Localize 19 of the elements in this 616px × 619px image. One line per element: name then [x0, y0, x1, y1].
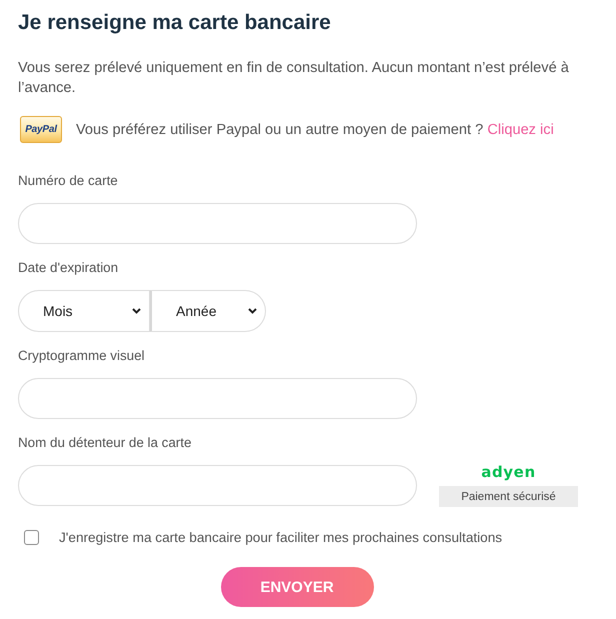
field-label: Numéro de carte — [18, 173, 118, 189]
brand-logo: adyen — [481, 465, 536, 480]
field-label: Nom du détenteur de la carte — [18, 435, 192, 451]
secure-payment-caption: Paiement sécurisé — [439, 486, 578, 507]
page-title: Je renseigne ma carte bancaire — [18, 10, 331, 36]
notice-text: Vous serez prélevé uniquement en fin de consultation. Aucun montant n’est prélevé à l’avance. — [18, 59, 570, 98]
dropdown-select[interactable]: Année — [150, 290, 266, 332]
save-card-label: J'enregistre ma carte bancaire pour faciliter mes prochaines consultations — [59, 530, 502, 545]
paypal-text: Vous préférez utiliser Paypal ou un autre moyen de paiement ? Cliquez ici — [76, 122, 554, 138]
input-field[interactable] — [18, 465, 417, 506]
chevron-down-icon — [248, 308, 257, 314]
save-card-checkbox[interactable] — [24, 530, 39, 545]
input-field[interactable] — [18, 378, 417, 419]
input-field[interactable] — [18, 203, 417, 244]
field-label: Cryptogramme visuel — [18, 348, 145, 364]
chevron-down-icon — [132, 308, 141, 314]
field-label: Date d'expiration — [18, 260, 118, 276]
dropdown-select[interactable]: Mois — [18, 290, 150, 332]
paypal-badge[interactable]: PayPal — [20, 116, 62, 143]
